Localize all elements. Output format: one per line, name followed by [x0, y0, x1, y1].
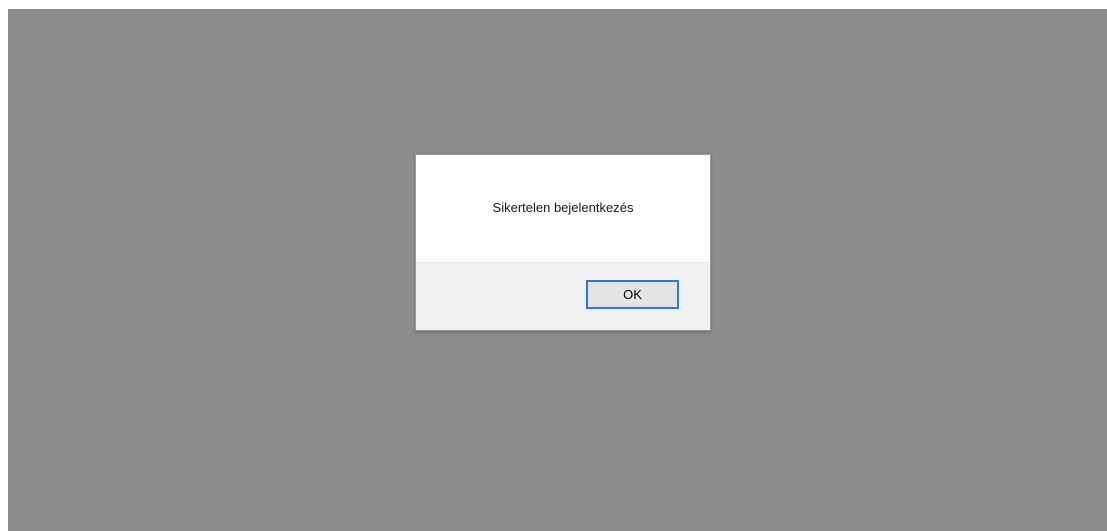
ok-button[interactable]: OK	[586, 280, 679, 309]
dialog-footer: OK	[416, 262, 710, 330]
alert-dialog: Sikertelen bejelentkezés OK	[415, 154, 711, 331]
dialog-message: Sikertelen bejelentkezés	[492, 200, 634, 215]
page: Sikertelen bejelentkezés OK	[0, 0, 1107, 531]
dialog-body: Sikertelen bejelentkezés	[416, 155, 710, 262]
